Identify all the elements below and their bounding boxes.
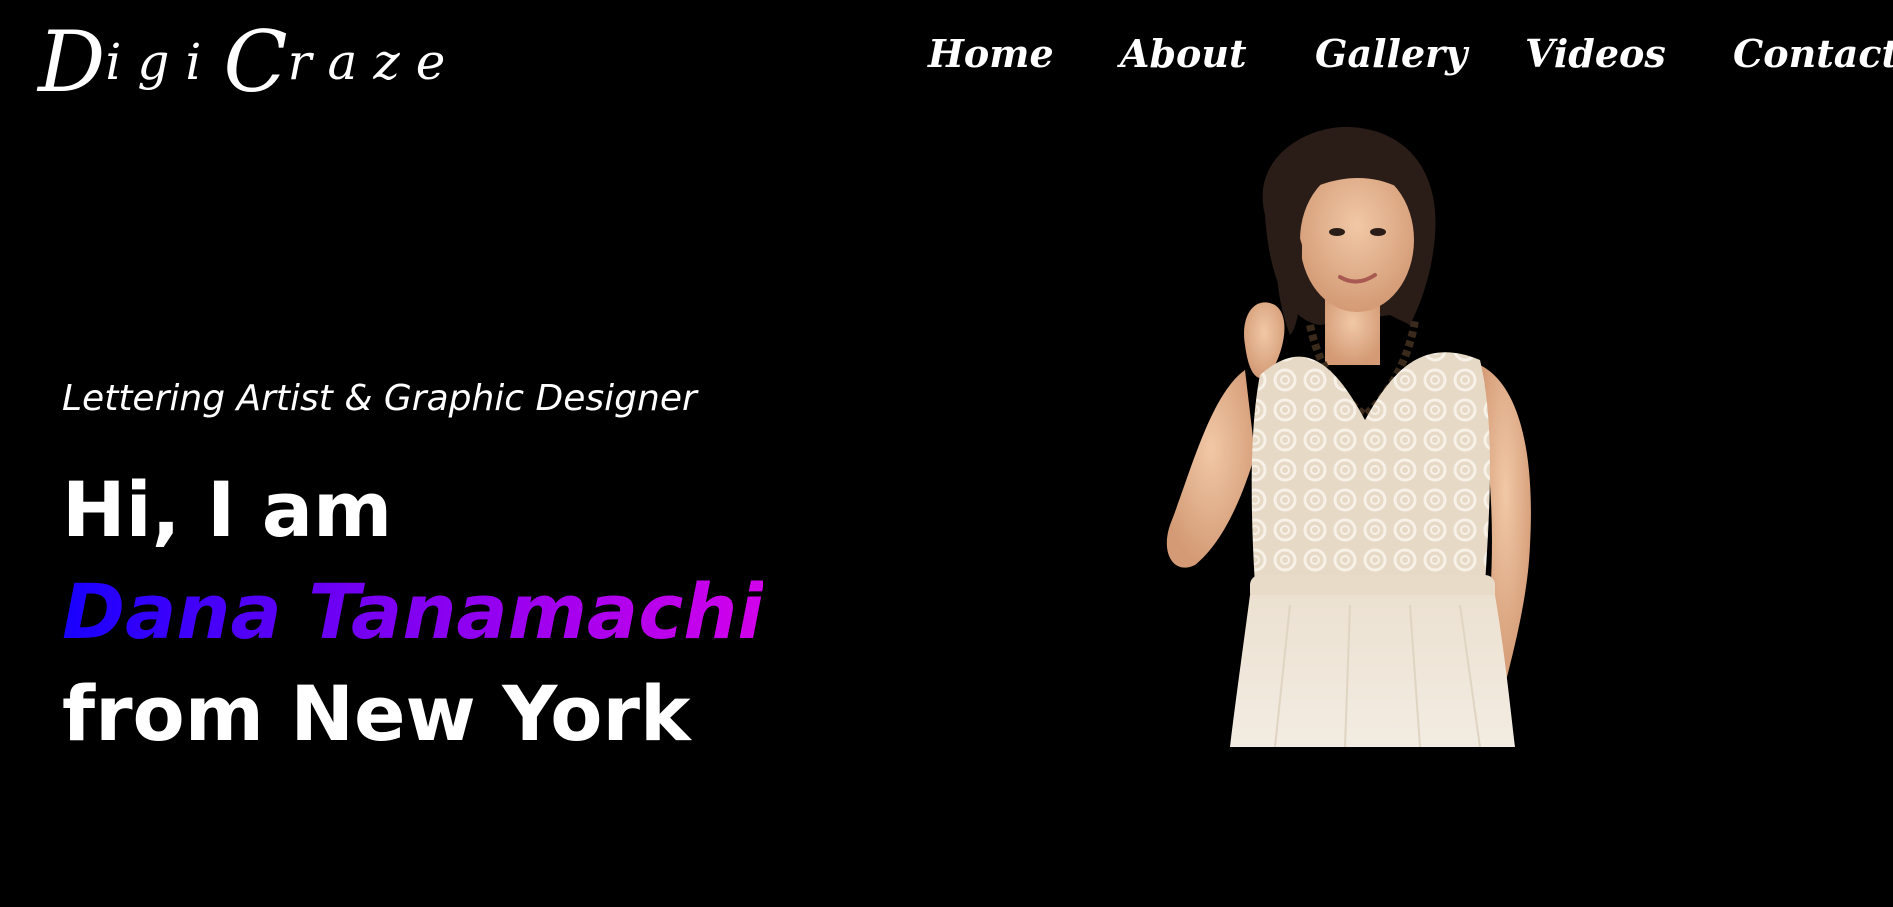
portrait-image <box>1166 126 1531 747</box>
hero-greeting: Hi, I am <box>62 465 393 554</box>
nav-home[interactable]: Home <box>928 28 1054 80</box>
hero-subtitle: Lettering Artist & Graphic Designer <box>62 378 697 419</box>
hero-location: from New York <box>62 669 691 758</box>
nav-videos[interactable]: Videos <box>1525 28 1666 80</box>
nav-contact[interactable]: Contact <box>1733 28 1893 80</box>
nav-gallery[interactable]: Gallery <box>1315 28 1467 80</box>
main-nav: Home About Gallery Videos Contact <box>0 28 1893 80</box>
nav-about[interactable]: About <box>1120 28 1247 80</box>
hero-name: Dana Tanamachi <box>62 562 763 662</box>
